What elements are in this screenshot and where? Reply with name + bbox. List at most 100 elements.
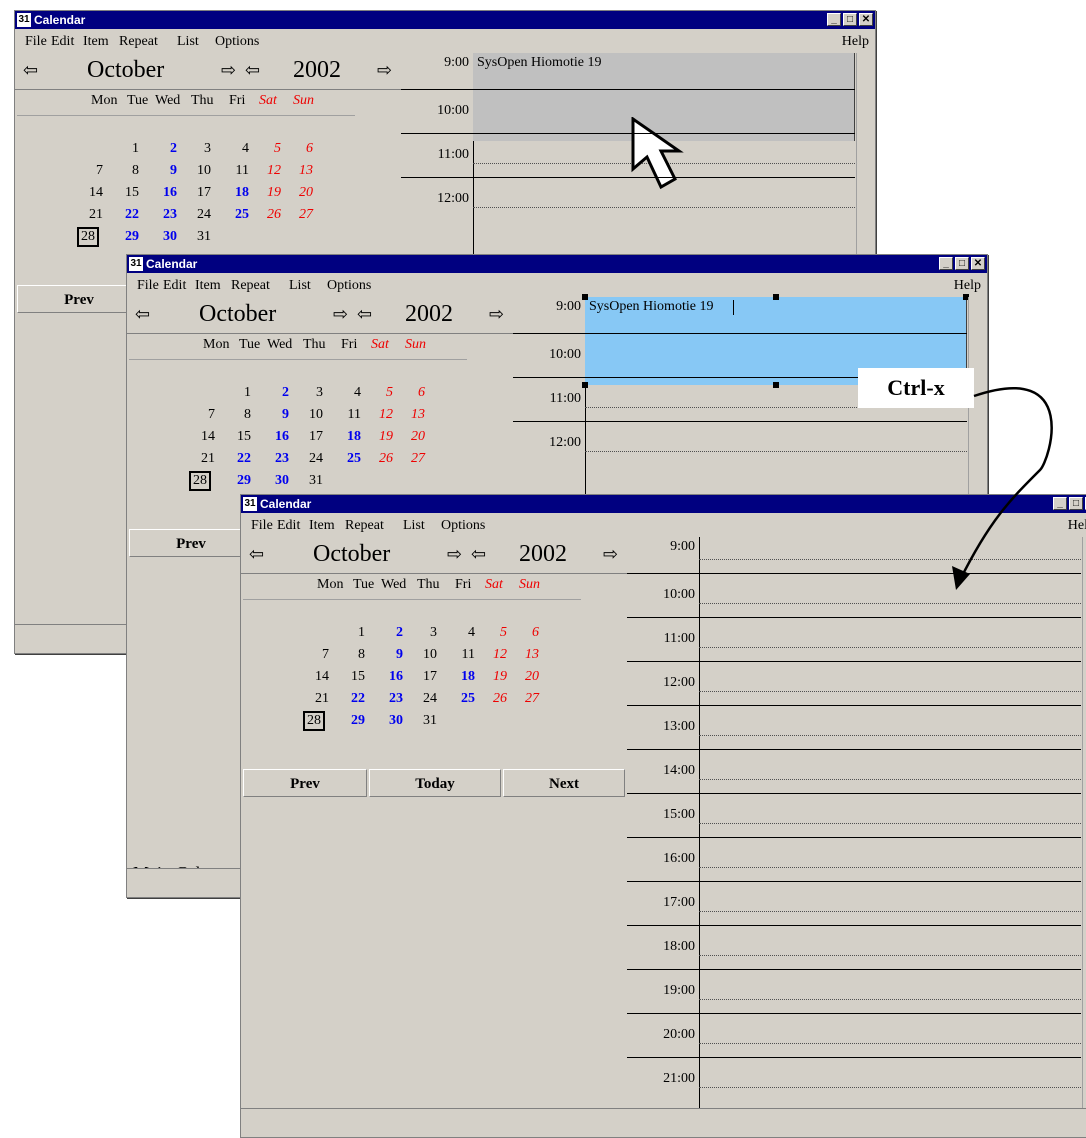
calendar-day[interactable]: 24 [185,207,211,223]
minimize-icon[interactable]: _ [1053,497,1067,510]
calendar-day[interactable]: 7 [189,407,215,423]
calendar-day[interactable]: 23 [151,207,177,223]
calendar-day[interactable]: 9 [263,407,289,423]
calendar-day[interactable]: 6 [399,385,425,401]
calendar-day[interactable]: 21 [77,207,103,223]
calendar-day[interactable]: 16 [377,669,403,685]
menu-list[interactable]: List [289,275,311,297]
vertical-scrollbar[interactable] [1082,537,1086,1137]
close-icon[interactable]: ✕ [971,257,985,270]
calendar-day[interactable]: 8 [113,163,139,179]
calendar-day[interactable]: 6 [287,141,313,157]
calendar-day[interactable]: 7 [303,647,329,663]
calendar-day[interactable]: 10 [297,407,323,423]
title-bar[interactable]: 31Calendar_□✕ [241,495,1086,513]
resize-handle[interactable] [772,382,779,388]
event-title[interactable]: SysOpen Hiomotie 19 [477,55,601,71]
resize-handle[interactable] [772,294,779,300]
menu-edit[interactable]: Edit [163,275,186,297]
maximize-icon[interactable]: □ [1069,497,1083,510]
prev-year-icon[interactable]: ⇦ [245,61,260,81]
calendar-day[interactable]: 1 [113,141,139,157]
menu-item[interactable]: Item [309,515,335,537]
calendar-day[interactable]: 14 [189,429,215,445]
calendar-day[interactable]: 28 [189,471,211,491]
calendar-day[interactable]: 24 [411,691,437,707]
calendar-day[interactable]: 13 [287,163,313,179]
calendar-day[interactable]: 26 [481,691,507,707]
calendar-day[interactable]: 14 [303,669,329,685]
menu-edit[interactable]: Edit [51,31,74,53]
next-month-icon[interactable]: ⇨ [333,305,348,325]
prev-month-icon[interactable]: ⇦ [135,305,150,325]
calendar-day[interactable]: 15 [225,429,251,445]
menu-file[interactable]: File [137,275,159,297]
calendar-day[interactable]: 5 [367,385,393,401]
maximize-icon[interactable]: □ [843,13,857,26]
calendar-day[interactable]: 25 [223,207,249,223]
calendar-day[interactable]: 17 [185,185,211,201]
prev-month-icon[interactable]: ⇦ [23,61,38,81]
calendar-window-front[interactable]: 31Calendar_□✕FileEditItemRepeatListOptio… [240,494,1086,1138]
calendar-day[interactable]: 12 [255,163,281,179]
next-year-icon[interactable]: ⇨ [489,305,504,325]
title-bar[interactable]: 31Calendar_□✕ [15,11,875,29]
resize-handle[interactable] [582,382,588,388]
calendar-day[interactable]: 3 [297,385,323,401]
calendar-day[interactable]: 23 [377,691,403,707]
calendar-day[interactable]: 30 [263,473,289,489]
next-button[interactable]: Next [503,769,625,797]
prev-year-icon[interactable]: ⇦ [357,305,372,325]
calendar-day[interactable]: 3 [185,141,211,157]
resize-handle[interactable] [582,294,588,300]
calendar-day[interactable]: 18 [335,429,361,445]
menu-repeat[interactable]: Repeat [345,515,384,537]
calendar-day[interactable]: 1 [225,385,251,401]
calendar-day[interactable]: 16 [151,185,177,201]
calendar-day[interactable]: 4 [223,141,249,157]
calendar-day[interactable]: 5 [481,625,507,641]
today-button[interactable]: Today [369,769,501,797]
calendar-day[interactable]: 12 [481,647,507,663]
calendar-day[interactable]: 19 [255,185,281,201]
calendar-day[interactable]: 19 [367,429,393,445]
calendar-day[interactable]: 2 [263,385,289,401]
calendar-day[interactable]: 9 [151,163,177,179]
calendar-day[interactable]: 23 [263,451,289,467]
menu-edit[interactable]: Edit [277,515,300,537]
menu-list[interactable]: List [177,31,199,53]
next-year-icon[interactable]: ⇨ [377,61,392,81]
calendar-day[interactable]: 12 [367,407,393,423]
minimize-icon[interactable]: _ [827,13,841,26]
menu-options[interactable]: Options [441,515,485,537]
prev-button[interactable]: Prev [17,285,141,313]
calendar-day[interactable]: 4 [335,385,361,401]
calendar-day[interactable]: 21 [303,691,329,707]
calendar-day[interactable]: 22 [113,207,139,223]
calendar-day[interactable]: 29 [225,473,251,489]
calendar-day[interactable]: 22 [225,451,251,467]
prev-button[interactable]: Prev [243,769,367,797]
calendar-day[interactable]: 8 [225,407,251,423]
calendar-day[interactable]: 16 [263,429,289,445]
menu-file[interactable]: File [251,515,273,537]
next-month-icon[interactable]: ⇨ [221,61,236,81]
calendar-day[interactable]: 4 [449,625,475,641]
menu-repeat[interactable]: Repeat [119,31,158,53]
title-bar[interactable]: 31Calendar_□✕ [127,255,987,273]
close-icon[interactable]: ✕ [859,13,873,26]
calendar-day[interactable]: 20 [399,429,425,445]
calendar-day[interactable]: 28 [303,711,325,731]
menu-file[interactable]: File [25,31,47,53]
next-month-icon[interactable]: ⇨ [447,545,462,565]
calendar-day[interactable]: 6 [513,625,539,641]
calendar-day[interactable]: 10 [411,647,437,663]
calendar-day[interactable]: 27 [399,451,425,467]
calendar-day[interactable]: 27 [287,207,313,223]
calendar-day[interactable]: 18 [449,669,475,685]
calendar-day[interactable]: 5 [255,141,281,157]
menu-help[interactable]: Help [842,31,869,53]
calendar-day[interactable]: 21 [189,451,215,467]
calendar-day[interactable]: 17 [297,429,323,445]
prev-year-icon[interactable]: ⇦ [471,545,486,565]
